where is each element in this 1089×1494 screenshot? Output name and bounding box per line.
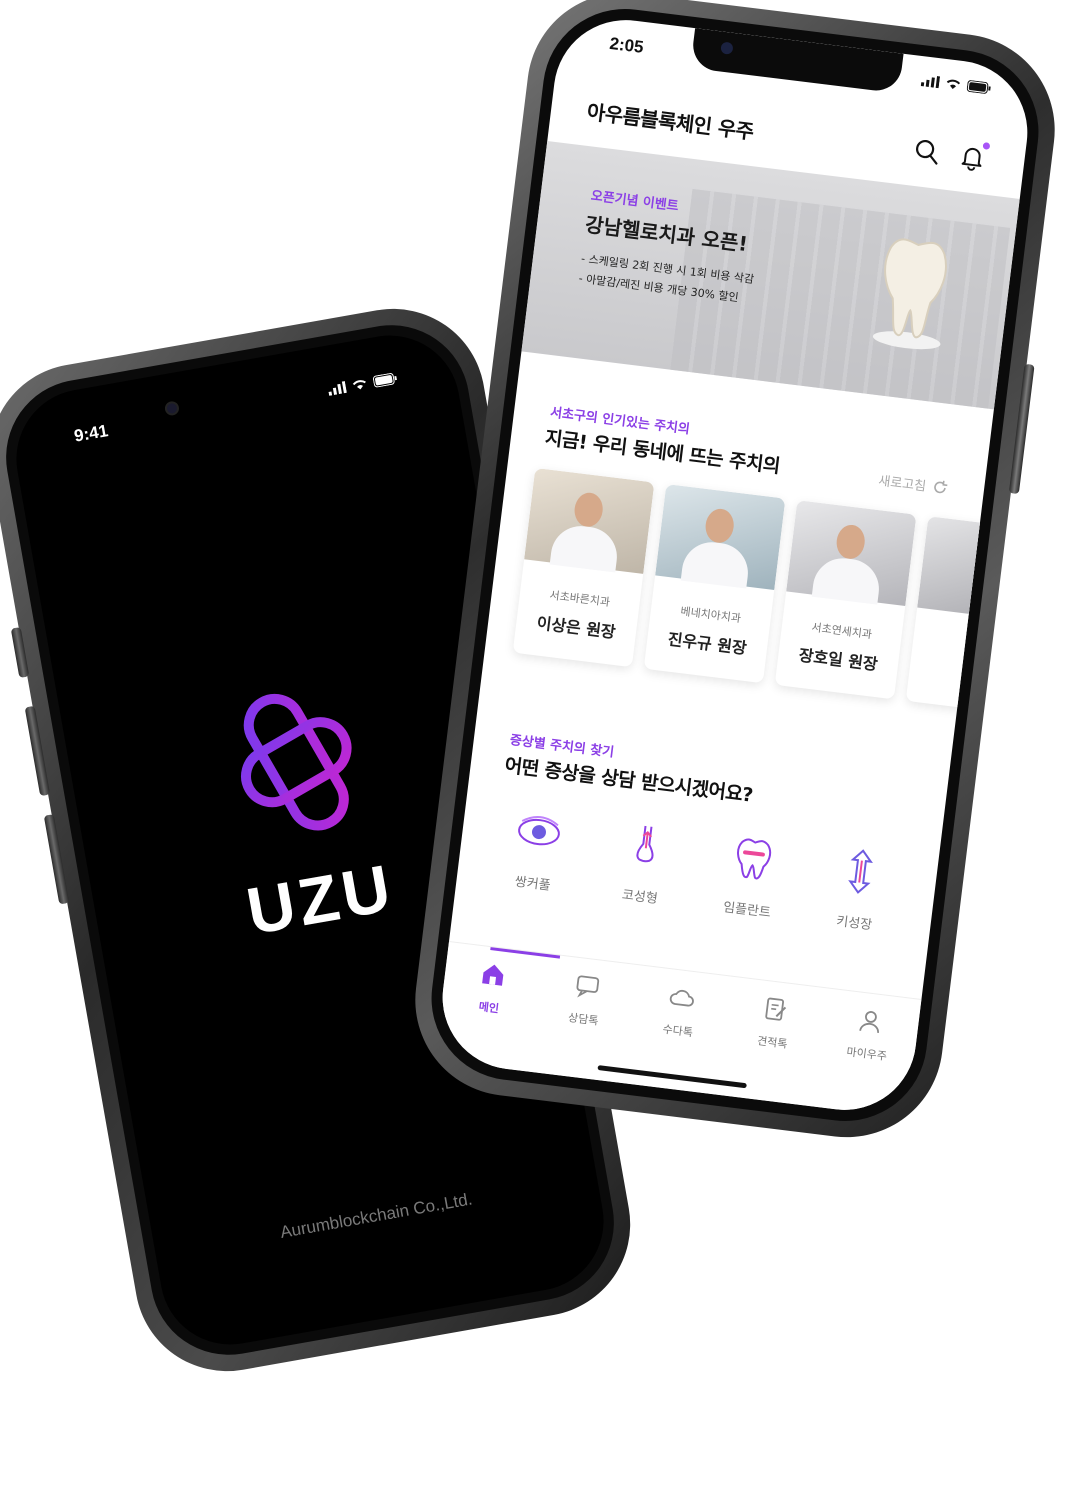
symptom-item[interactable]: 코성형	[593, 817, 694, 911]
doctor-photo	[786, 500, 917, 607]
tab-label: 수다톡	[661, 1022, 694, 1040]
bottom-tab-bar: 메인 상담톡 수다톡 견적톡 마이우주	[434, 940, 922, 1119]
battery-icon	[372, 373, 397, 388]
tab-consult[interactable]: 상담톡	[541, 969, 623, 1082]
doctor-name: 김	[963, 641, 981, 663]
doctor-name: 장호일 원장	[797, 645, 879, 675]
battery-icon	[966, 80, 991, 94]
doctor-photo	[917, 516, 1036, 623]
app-screen: 2:05 아우름블록체인 우주 오픈기념 이벤트 강남헬로치과 오픈! - 스케…	[434, 11, 1036, 1119]
doctor-name: 진우규 원장	[666, 629, 748, 658]
signal-icon	[920, 75, 941, 89]
user-icon	[859, 1011, 880, 1034]
nose-icon	[636, 825, 654, 863]
app-bezel: 2:05 아우름블록체인 우주 오픈기념 이벤트 강남헬로치과 오픈! - 스케…	[422, 0, 1048, 1131]
refresh-label: 새로고침	[877, 473, 927, 495]
symptom-section: 증상별 주치의 찾기 어떤 증상을 상담 받으시겠어요? 쌍커풀 코성형 임플란…	[452, 697, 951, 973]
volume-up-button	[24, 705, 51, 797]
cloud-icon	[669, 989, 694, 1007]
refresh-icon	[934, 480, 948, 493]
tab-estimate[interactable]: 견적톡	[730, 992, 812, 1105]
doctor-card[interactable]: 베네치아치과 진우규 원장	[643, 484, 786, 684]
status-bar: 9:41	[11, 358, 456, 459]
tab-my[interactable]: 마이우주	[825, 1004, 907, 1117]
doctor-card[interactable]: 김	[905, 516, 1036, 716]
popular-doctors-section: 서초구의 인기있는 주치의 지금! 우리 동네에 뜨는 주치의 새로고침 서초바…	[483, 369, 1036, 725]
symptom-label: 쌍커풀	[513, 874, 552, 894]
power-button	[1008, 363, 1035, 495]
tooth-icon	[737, 838, 772, 880]
front-camera-icon	[720, 41, 734, 55]
notification-dot	[982, 142, 991, 150]
doctor-name: 이상은 원장	[535, 613, 617, 642]
active-tab-indicator	[490, 947, 561, 959]
wifi-icon	[352, 380, 366, 390]
height-arrow-icon	[848, 849, 873, 894]
eye-icon	[518, 816, 560, 846]
app-phone: 2:05 아우름블록체인 우주 오픈기념 이벤트 강남헬로치과 오픈! - 스케…	[404, 0, 1066, 1149]
wifi-icon	[946, 79, 961, 89]
section-title: 어떤 증상을 상담 받으시겠어요?	[503, 754, 754, 807]
symptom-label: 코성형	[621, 887, 659, 908]
mute-switch	[10, 627, 30, 678]
refresh-button[interactable]: 새로고침	[878, 470, 950, 497]
uzu-logo-icon	[241, 693, 352, 831]
symptom-item[interactable]: 키성장	[808, 843, 909, 937]
doctor-photo	[524, 467, 655, 574]
doctor-card[interactable]: 서초바른치과 이상은 원장	[512, 467, 655, 668]
tab-label: 상담톡	[567, 1011, 600, 1028]
symptom-list: 쌍커풀 코성형 임플란트 키성장	[486, 804, 909, 937]
document-pen-icon	[765, 997, 787, 1021]
doctor-photo	[655, 484, 786, 590]
status-icons	[920, 74, 992, 94]
search-icon[interactable]	[911, 136, 942, 167]
status-time: 9:41	[72, 421, 110, 446]
doctor-list: 서초바른치과 이상은 원장 베네치아치과 진우규 원장 서초연세치과 장호일 원…	[512, 467, 1036, 716]
company-name: Aurumblockchain Co.,Ltd.	[278, 1189, 474, 1242]
tab-label: 메인	[477, 1000, 500, 1016]
status-time: 2:05	[608, 33, 645, 57]
chat-icon	[576, 975, 599, 998]
tab-label: 견적톡	[756, 1034, 789, 1051]
tab-label: 마이우주	[845, 1045, 888, 1064]
home-icon	[481, 964, 503, 986]
symptom-item[interactable]: 쌍커풀	[486, 804, 587, 898]
tab-main[interactable]: 메인	[447, 957, 529, 1070]
signal-icon	[328, 380, 347, 396]
notch	[690, 28, 904, 94]
tooth-image	[872, 238, 947, 350]
symptom-label: 키성장	[835, 914, 873, 934]
volume-down-button	[43, 814, 70, 905]
app-title: 아우름블록체인 우주	[585, 99, 755, 144]
doctor-card[interactable]: 서초연세치과 장호일 원장	[774, 500, 917, 700]
symptom-item[interactable]: 임플란트	[700, 830, 801, 924]
symptom-label: 임플란트	[722, 900, 772, 921]
status-icons	[327, 372, 398, 396]
